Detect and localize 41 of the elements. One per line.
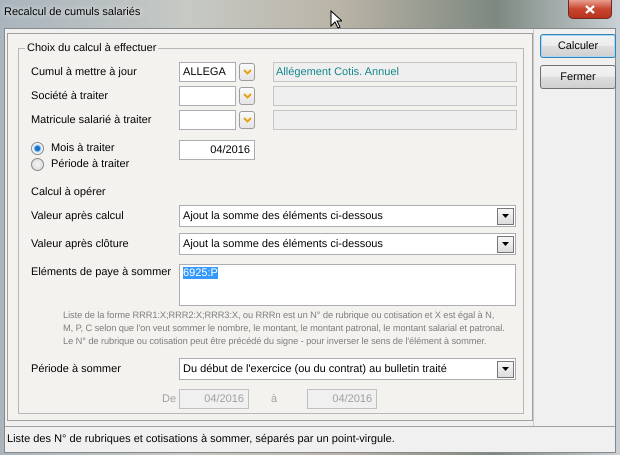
field-label: Matricule salarié à traiter [31,114,152,126]
close-button[interactable] [568,0,612,19]
chevron-icon [242,117,252,123]
caret-icon [502,367,509,371]
range-label: De [162,393,178,405]
close-icon [585,4,595,14]
description-field: Allégement Cotis. Annuel [273,62,517,82]
radio-button[interactable] [31,142,44,154]
section-label: Calcul à opérer [31,186,107,198]
code-field[interactable] [179,110,236,130]
field-label: Eléments de paye à sommer [31,265,172,280]
month-field[interactable]: 04/2016 [179,140,255,160]
dropdown-button[interactable] [497,360,514,378]
window-title: Recalcul de cumuls salariés [4,5,140,18]
field-label: Société à traiter [31,90,110,102]
field-label: Valeur après calcul [31,210,125,222]
dropdown-button[interactable] [497,208,514,224]
field-label: Valeur après clôture [31,238,130,250]
dialog-button[interactable]: Calculer [540,34,616,58]
cursor-icon [330,10,342,29]
group-title: Choix du calcul à effectuer [26,42,158,54]
code-field[interactable] [179,86,236,106]
chevron-icon [242,69,252,75]
field-label: Période à sommer [31,363,122,375]
dialog-button[interactable]: Fermer [540,65,616,89]
help-text: Le N° de rubrique ou cotisation peut être précédé du signe - pour inverser le sens de l'élément à sommer. [63,335,488,348]
code-field[interactable]: ALLEGA [179,62,236,82]
radio-label[interactable]: Période à traiter [51,158,130,170]
dropdown-field[interactable]: Du début de l'exercice (ou du contrat) au bulletin traité [179,358,516,380]
chevron-icon [242,93,252,99]
caret-icon [502,214,509,218]
field-label: Cumul à mettre à jour [31,66,138,78]
range-label: à [271,393,278,405]
caret-icon [502,242,509,246]
dropdown-button[interactable] [497,236,514,252]
radio-label[interactable]: Mois à traiter [51,142,115,154]
radio-button[interactable] [31,158,44,170]
dropdown-field[interactable]: Ajout la somme des éléments ci-dessous [179,233,516,255]
help-text: Liste de la forme RRR1:X;RRR2:X;RRR3:X, ou RRRn est un N° de rubrique ou cotisation et X est égal à N, [63,309,496,322]
dropdown-field[interactable]: Ajout la somme des éléments ci-dessous [179,205,516,227]
help-text: M, P, C selon que l'on veut sommer le nombre, le montant, le montant patronal, le montant salarial et patronal. [63,322,506,335]
